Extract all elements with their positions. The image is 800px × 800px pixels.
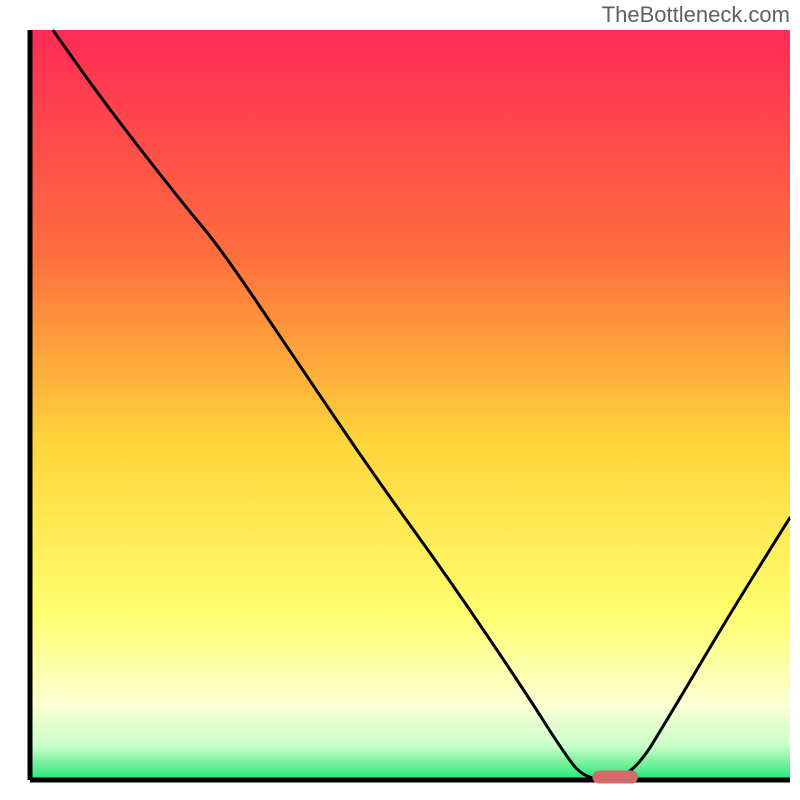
chart-container: TheBottleneck.com: [0, 0, 800, 800]
optimal-marker: [592, 771, 638, 784]
bottleneck-chart: [0, 0, 800, 800]
watermark-text: TheBottleneck.com: [602, 2, 790, 28]
plot-background: [30, 30, 790, 780]
